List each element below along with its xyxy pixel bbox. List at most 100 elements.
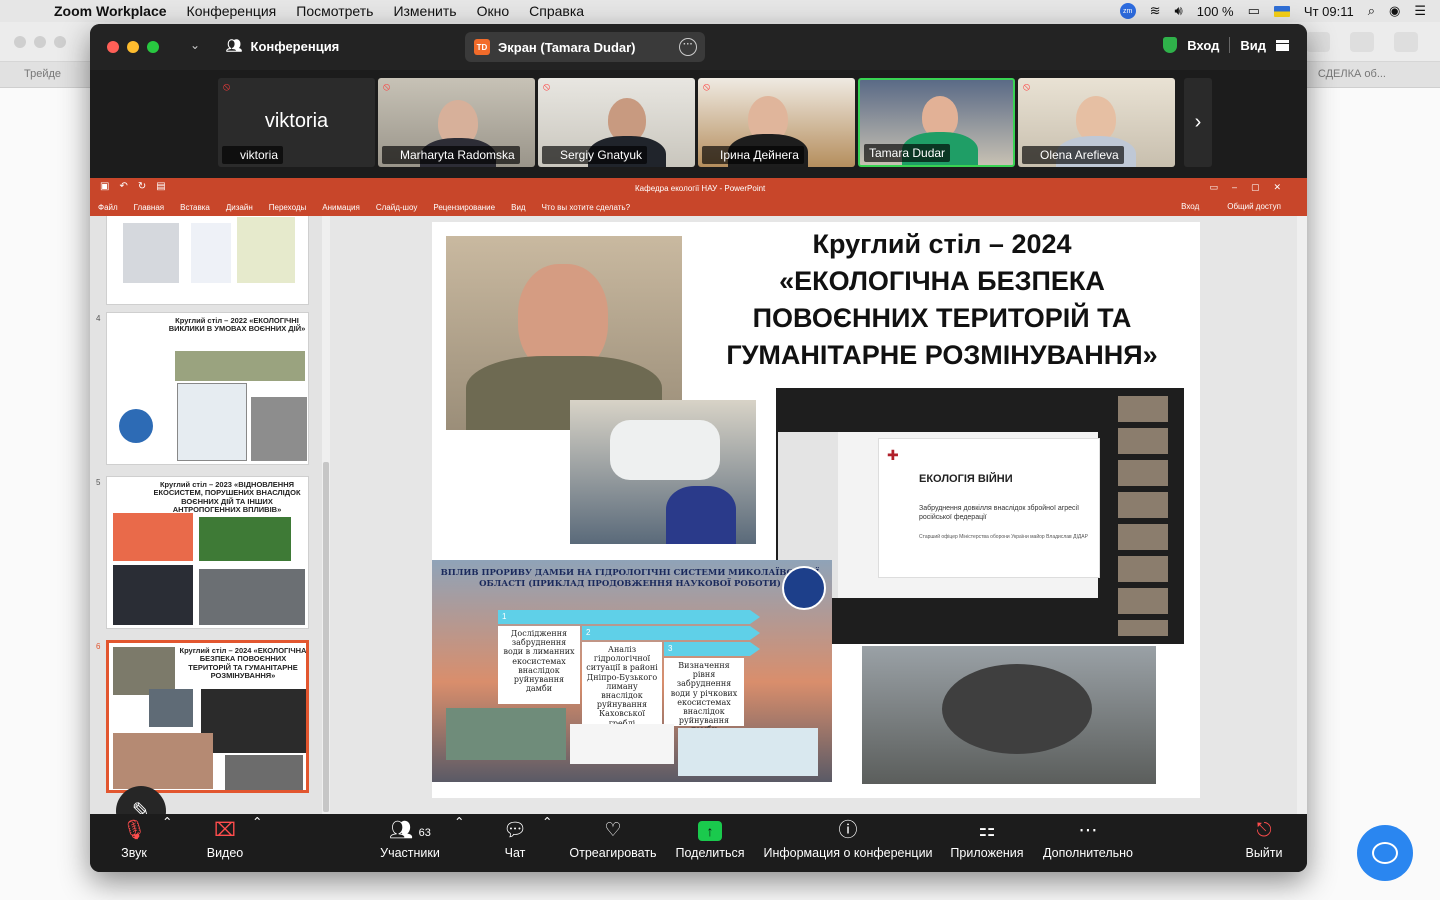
ppt-tell-me[interactable]: Что вы хотите сделать? bbox=[534, 203, 638, 212]
ppt-tab-transitions[interactable]: Переходы bbox=[261, 203, 315, 212]
people-icon: 👥︎ bbox=[226, 38, 243, 53]
browser-minimize-icon[interactable] bbox=[34, 36, 46, 48]
ppt-tab-view[interactable]: Вид bbox=[503, 203, 533, 212]
leave-button[interactable]: ⎋ Выйти bbox=[1242, 814, 1286, 872]
spotlight-search-icon[interactable]: ⌕ bbox=[1368, 3, 1375, 19]
dam-photo bbox=[446, 708, 566, 760]
ppt-signin[interactable]: Вход bbox=[1173, 202, 1207, 211]
ppt-tab-slideshow[interactable]: Слайд-шоу bbox=[368, 203, 425, 212]
slide-thumbnail[interactable] bbox=[106, 216, 309, 305]
shared-screen-powerpoint[interactable]: ▣↶↻▤ Кафедра екології НАУ - PowerPoint ▭… bbox=[90, 178, 1307, 814]
chat-label: Чат bbox=[504, 846, 526, 860]
participant-tile-active-speaker[interactable]: Tamara Dudar bbox=[858, 78, 1015, 167]
more-options-icon[interactable]: ··· bbox=[679, 38, 697, 56]
participant-tile[interactable]: ⦸ Ірина Дейнега bbox=[698, 78, 855, 167]
video-button[interactable]: ⌧ Видео bbox=[200, 814, 250, 872]
menu-help[interactable]: Справка bbox=[529, 3, 584, 19]
zoom-status-icon[interactable]: zm bbox=[1119, 3, 1136, 19]
meeting-info-button[interactable]: ⓘ Информация о конференции bbox=[760, 814, 936, 872]
view-grid-icon[interactable] bbox=[1276, 39, 1289, 51]
apps-label: Приложения bbox=[950, 846, 1024, 860]
participant-strip: viktoria ⦸ viktoria ⦸ Marharyta Radomska… bbox=[90, 70, 1307, 178]
participant-tile[interactable]: viktoria ⦸ viktoria bbox=[218, 78, 375, 167]
audio-options-chevron-icon[interactable]: ⌃ bbox=[162, 814, 172, 872]
current-slide[interactable]: Круглий стіл – 2024 «ЕКОЛОГІЧНА БЕЗПЕКА … bbox=[432, 222, 1200, 798]
chat-button[interactable]: 💬︎ Чат bbox=[498, 814, 532, 872]
ppt-tab-file[interactable]: Файл bbox=[90, 203, 126, 212]
encryption-shield-icon[interactable] bbox=[1163, 37, 1178, 53]
menu-window[interactable]: Окно bbox=[477, 3, 510, 19]
participant-name: Olena Arefieva bbox=[1022, 146, 1124, 164]
menu-conference[interactable]: Конференция bbox=[187, 3, 277, 19]
ppt-tab-home[interactable]: Главная bbox=[126, 203, 172, 212]
slide-scrollbar[interactable] bbox=[1297, 216, 1307, 814]
presenter-avatar: TD bbox=[474, 39, 490, 55]
slide-thumbnail-selected[interactable]: Круглий стіл – 2024 «ЕКОЛОГІЧНА БЕЗПЕКА … bbox=[106, 640, 309, 793]
ppt-share[interactable]: Общий доступ bbox=[1219, 202, 1289, 211]
input-source-flag-icon[interactable] bbox=[1273, 5, 1290, 17]
menubar-clock[interactable]: Чт 09:11 bbox=[1304, 4, 1354, 19]
menu-edit[interactable]: Изменить bbox=[393, 3, 456, 19]
thumbnails-scrollbar[interactable] bbox=[322, 216, 330, 814]
slide-thumbnail[interactable]: Круглий стіл – 2022 «ЕКОЛОГІЧНІ ВИКЛИКИ … bbox=[106, 312, 309, 465]
apps-icon: ⚏ bbox=[978, 820, 996, 841]
signin-button[interactable]: Вход bbox=[1187, 38, 1219, 53]
menu-view[interactable]: Посмотреть bbox=[296, 3, 373, 19]
browser-share-button[interactable] bbox=[1350, 32, 1374, 52]
view-button[interactable]: Вид bbox=[1240, 38, 1266, 53]
thumbnail-image bbox=[113, 513, 193, 561]
siri-icon[interactable]: ◉ bbox=[1389, 3, 1400, 19]
participants-options-chevron-icon[interactable]: ⌃ bbox=[454, 814, 464, 872]
ppt-quick-access-icons[interactable]: ▣↶↻▤ bbox=[100, 181, 176, 192]
meeting-info-label: Информация о конференции bbox=[763, 846, 933, 860]
ppt-tab-review[interactable]: Рецензирование bbox=[425, 203, 503, 212]
browser-zoom-icon[interactable] bbox=[54, 36, 66, 48]
slide-dam-infographic: ВПЛИВ ПРОРИВУ ДАМБИ НА ГІДРОЛОГІЧНІ СИСТ… bbox=[432, 560, 832, 782]
ppt-tab-animation[interactable]: Анимация bbox=[314, 203, 368, 212]
audio-button[interactable]: 🎙︎ Звук bbox=[114, 814, 154, 872]
slide-thumbnail[interactable]: Круглий стіл – 2023 «ВІДНОВЛЕННЯ ЕКОСИСТ… bbox=[106, 476, 309, 629]
menu-app-name[interactable]: Zoom Workplace bbox=[54, 3, 167, 19]
thumbnail-title: Круглий стіл – 2024 «ЕКОЛОГІЧНА БЕЗПЕКА … bbox=[179, 646, 307, 680]
browser-close-icon[interactable] bbox=[14, 36, 26, 48]
screen-share-pill[interactable]: TD Экран (Tamara Dudar) ··· bbox=[465, 32, 705, 62]
react-button[interactable]: ♡ Отреагировать bbox=[566, 814, 660, 872]
participant-tile[interactable]: ⦸ Sergiy Gnatyuk bbox=[538, 78, 695, 167]
next-participants-button[interactable]: › bbox=[1184, 78, 1212, 167]
window-zoom-icon[interactable] bbox=[147, 41, 159, 53]
ppt-tab-design[interactable]: Дизайн bbox=[218, 203, 261, 212]
muted-mic-icon: ⦸ bbox=[1023, 81, 1031, 93]
chevron-down-icon[interactable]: ⌄ bbox=[190, 38, 200, 52]
control-center-icon[interactable]: ☰ bbox=[1414, 3, 1426, 19]
browser-tabs-button[interactable] bbox=[1394, 32, 1418, 52]
battery-percent[interactable]: 100 % bbox=[1197, 4, 1234, 19]
slide-photo-explosion bbox=[862, 646, 1156, 784]
participants-button[interactable]: 👥︎ 63 Участники bbox=[376, 814, 444, 872]
participant-tile[interactable]: ⦸ Olena Arefieva bbox=[1018, 78, 1175, 167]
inner-slide-author: Старший офіцер Міністерства оборони Укра… bbox=[919, 534, 1088, 540]
slide-number: 4 bbox=[96, 314, 101, 323]
more-button[interactable]: ⋯ Дополнительно bbox=[1040, 814, 1136, 872]
participant-tile[interactable]: ⦸ Marharyta Radomska bbox=[378, 78, 535, 167]
scrollbar-thumb[interactable] bbox=[323, 462, 329, 812]
browser-download-button[interactable] bbox=[1306, 32, 1330, 52]
step-box: Аналіз гідрологічної ситуації в районі Д… bbox=[582, 642, 662, 728]
inner-slide-heading: ЕКОЛОГІЯ ВІЙНИ bbox=[919, 473, 1013, 485]
apps-button[interactable]: ⚏ Приложения bbox=[948, 814, 1026, 872]
wifi-icon[interactable]: ≋ bbox=[1150, 3, 1161, 19]
window-close-icon[interactable] bbox=[107, 41, 119, 53]
video-options-chevron-icon[interactable]: ⌃ bbox=[252, 814, 262, 872]
chat-options-chevron-icon[interactable]: ⌃ bbox=[542, 814, 552, 872]
conference-menu[interactable]: 👥︎ Конференция bbox=[226, 38, 339, 54]
browser-tab-right[interactable]: СДЕЛКА об... bbox=[1318, 68, 1386, 80]
ppt-window-controls-icon[interactable]: ▭–▢✕ bbox=[1209, 182, 1295, 193]
window-minimize-icon[interactable] bbox=[127, 41, 139, 53]
inner-slide-ecology-of-war: ✚ ЕКОЛОГІЯ ВІЙНИ Забруднення довкілля вн… bbox=[878, 438, 1100, 578]
browser-tab-left[interactable]: Трейде bbox=[24, 68, 61, 80]
thumbnail-image bbox=[149, 689, 193, 727]
thumbnail-image bbox=[201, 689, 306, 753]
ppt-tab-insert[interactable]: Вставка bbox=[172, 203, 218, 212]
floating-chat-bubble-button[interactable] bbox=[1357, 825, 1413, 881]
share-screen-button[interactable]: ↑ Поделиться bbox=[674, 814, 746, 872]
volume-icon[interactable]: 🔊︎ bbox=[1175, 3, 1183, 19]
